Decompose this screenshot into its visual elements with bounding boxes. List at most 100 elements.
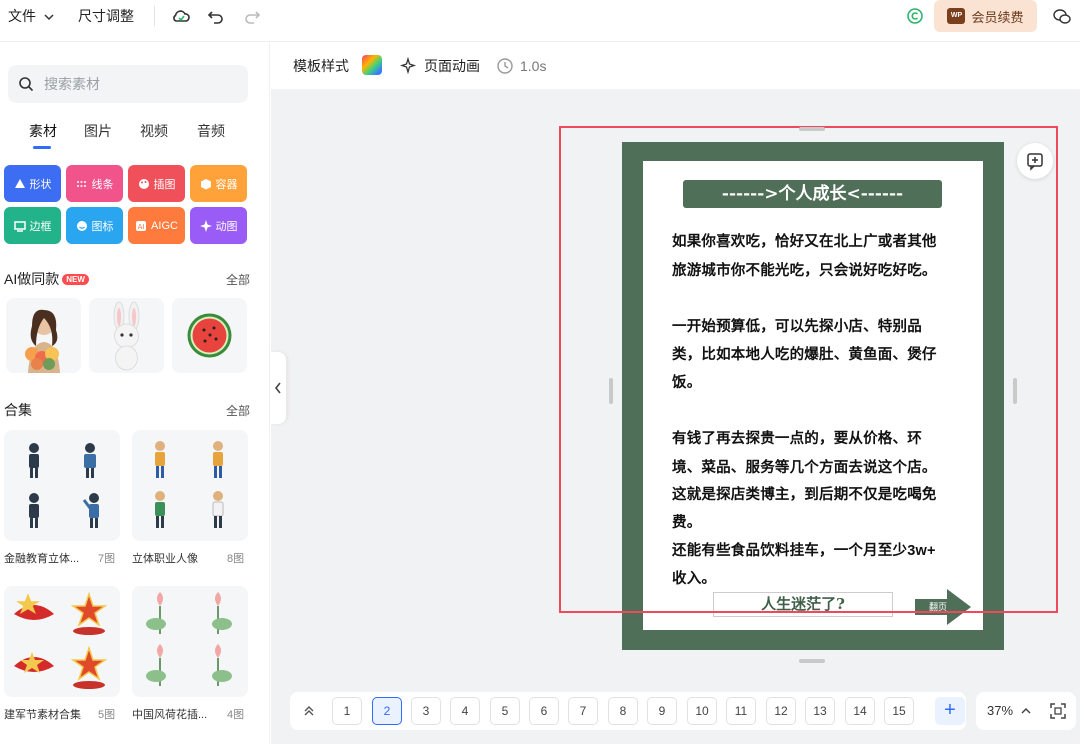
collection-count: 7图 bbox=[98, 553, 116, 565]
shape-icon bbox=[14, 178, 25, 188]
ai-icon: AI bbox=[136, 220, 147, 231]
page-button-9[interactable]: 9 bbox=[647, 697, 677, 725]
copyright-icon[interactable] bbox=[905, 6, 925, 26]
tool-icon-button[interactable]: 图标 bbox=[66, 207, 123, 244]
ai-see-all-link[interactable]: 全部 bbox=[226, 271, 250, 288]
add-page-button[interactable]: + bbox=[935, 697, 965, 725]
page-button-7[interactable]: 7 bbox=[568, 697, 598, 725]
tool-line-button[interactable]: 线条 bbox=[66, 165, 123, 202]
zoom-control: 37% bbox=[976, 692, 1076, 730]
chat-icon[interactable] bbox=[1052, 7, 1072, 27]
file-menu-label: 文件 bbox=[8, 8, 36, 24]
army-day-thumbnail bbox=[14, 591, 108, 689]
tool-container-button[interactable]: 容器 bbox=[190, 165, 247, 202]
line-icon bbox=[76, 180, 87, 187]
add-comment-button[interactable] bbox=[1017, 143, 1053, 179]
resize-button[interactable]: 尺寸调整 bbox=[78, 0, 134, 32]
page-button-11[interactable]: 11 bbox=[726, 697, 756, 725]
chevron-left-icon bbox=[274, 382, 281, 394]
collapse-panel-button[interactable] bbox=[270, 352, 286, 424]
tool-shape-button[interactable]: 形状 bbox=[4, 165, 61, 202]
resize-handle-top[interactable] bbox=[799, 127, 825, 131]
search-placeholder: 搜索素材 bbox=[44, 76, 100, 92]
page-button-2[interactable]: 2 bbox=[372, 697, 402, 725]
watermelon-thumbnail bbox=[187, 313, 232, 358]
undo-icon[interactable] bbox=[206, 6, 226, 26]
tool-label: AIGC bbox=[151, 219, 178, 232]
active-tab-indicator bbox=[33, 146, 51, 149]
professions-figures-thumbnail bbox=[155, 441, 224, 528]
color-swatch-icon[interactable] bbox=[362, 55, 382, 75]
tool-frame-button[interactable]: 边框 bbox=[4, 207, 61, 244]
redo-icon[interactable] bbox=[242, 6, 262, 26]
animation-sparkle-icon bbox=[400, 57, 417, 75]
cloud-sync-icon[interactable] bbox=[171, 6, 191, 26]
collection-name: 立体职业人像 bbox=[132, 553, 198, 565]
new-badge: NEW bbox=[62, 274, 89, 285]
woman-flowers-thumbnail bbox=[25, 309, 60, 373]
ai-same-style-title: AI做同款 NEW bbox=[4, 269, 89, 289]
vip-renew-button[interactable]: WP 会员续费 bbox=[934, 0, 1037, 32]
page-button-13[interactable]: 13 bbox=[805, 697, 835, 725]
tab-audio[interactable]: 音频 bbox=[197, 121, 225, 141]
page-button-10[interactable]: 10 bbox=[687, 697, 717, 725]
tab-videos[interactable]: 视频 bbox=[140, 121, 168, 141]
page-button-3[interactable]: 3 bbox=[411, 697, 441, 725]
tool-label: 边框 bbox=[29, 220, 52, 233]
page-button-14[interactable]: 14 bbox=[845, 697, 875, 725]
animation-duration[interactable]: 1.0s bbox=[520, 43, 546, 89]
collection-count: 8图 bbox=[227, 553, 245, 565]
collection-card-lotus[interactable] bbox=[132, 586, 248, 697]
page-button-15[interactable]: 15 bbox=[884, 697, 914, 725]
page-button-12[interactable]: 12 bbox=[766, 697, 796, 725]
tool-label: 容器 bbox=[215, 178, 238, 191]
resize-handle-right[interactable] bbox=[1013, 378, 1017, 404]
template-style-button[interactable]: 模板样式 bbox=[293, 43, 349, 89]
frame-icon bbox=[13, 220, 26, 232]
page-button-1[interactable]: 1 bbox=[332, 697, 362, 725]
file-menu[interactable]: 文件 bbox=[8, 0, 54, 32]
ai-card-watermelon[interactable] bbox=[172, 298, 247, 373]
collections-see-all-link[interactable]: 全部 bbox=[226, 402, 250, 419]
fit-screen-icon[interactable] bbox=[1049, 702, 1067, 720]
page-button-6[interactable]: 6 bbox=[529, 697, 559, 725]
svg-text:AI: AI bbox=[138, 223, 145, 231]
toolbar-divider bbox=[154, 6, 155, 26]
tab-materials[interactable]: 素材 bbox=[29, 121, 57, 141]
page-navigator: 1 2 3 4 5 6 7 8 9 10 11 12 13 14 15 + bbox=[290, 692, 966, 730]
resize-handle-left[interactable] bbox=[609, 378, 613, 404]
tool-label: 插图 bbox=[153, 178, 176, 191]
vip-badge-icon: WP bbox=[947, 8, 966, 24]
chevron-down-icon bbox=[44, 14, 54, 21]
tool-label: 形状 bbox=[29, 178, 52, 191]
page-button-4[interactable]: 4 bbox=[450, 697, 480, 725]
collections-title: 合集 bbox=[4, 402, 32, 418]
left-panel: 搜索素材 素材 图片 视频 音频 形状 线条 插图 容器 边框 图标 AI AIG… bbox=[0, 43, 270, 744]
page-button-8[interactable]: 8 bbox=[608, 697, 638, 725]
tool-gif-button[interactable]: 动图 bbox=[190, 207, 247, 244]
collection-name: 中国风荷花插... bbox=[132, 709, 208, 721]
collection-card-army-day[interactable] bbox=[4, 586, 120, 697]
collection-card-finance[interactable] bbox=[4, 430, 120, 541]
chevron-up-icon[interactable] bbox=[1020, 706, 1032, 716]
search-input[interactable]: 搜索素材 bbox=[8, 65, 248, 103]
ai-card-woman-flowers[interactable] bbox=[6, 298, 81, 373]
tool-label: 动图 bbox=[215, 220, 238, 233]
box-icon bbox=[200, 178, 211, 189]
tool-aigc-button[interactable]: AI AIGC bbox=[128, 207, 185, 244]
collection-name: 金融教育立体... bbox=[4, 553, 80, 565]
rabbit-thumbnail bbox=[113, 301, 140, 371]
zoom-level[interactable]: 37% bbox=[987, 692, 1013, 730]
ai-card-rabbit[interactable] bbox=[89, 298, 164, 373]
page-button-5[interactable]: 5 bbox=[490, 697, 520, 725]
tab-images[interactable]: 图片 bbox=[84, 121, 112, 141]
add-comment-icon bbox=[1027, 153, 1043, 171]
tool-illustration-button[interactable]: 插图 bbox=[128, 165, 185, 202]
page-animation-button[interactable]: 页面动画 bbox=[424, 43, 480, 89]
tool-label: 图标 bbox=[91, 220, 114, 233]
chevron-double-up-icon[interactable] bbox=[302, 704, 316, 718]
collection-card-professions[interactable] bbox=[132, 430, 248, 541]
clock-icon bbox=[497, 58, 513, 74]
resize-handle-bottom[interactable] bbox=[799, 659, 825, 663]
palette-icon bbox=[138, 178, 149, 189]
